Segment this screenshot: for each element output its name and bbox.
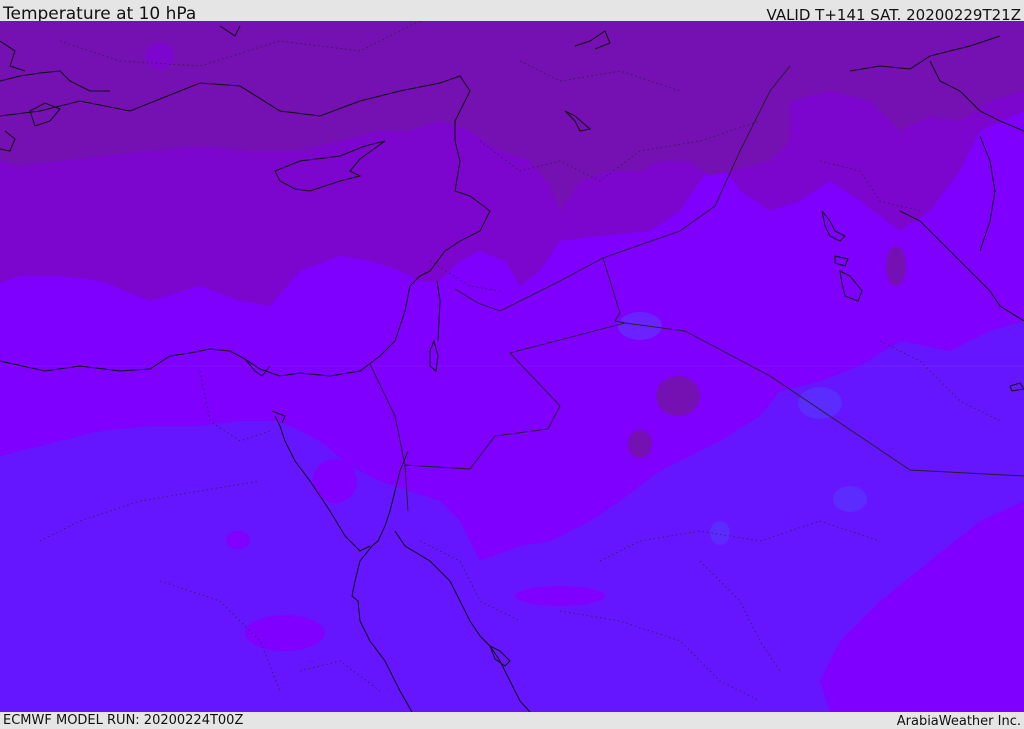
model-run-label: ECMWF MODEL RUN: 20200224T00Z: [3, 713, 244, 728]
temperature-blob: [833, 486, 867, 512]
header-bar: Temperature at 10 hPa VALID T+141 SAT. 2…: [0, 0, 1024, 24]
temperature-blob: [656, 376, 700, 416]
footer-bar: ECMWF MODEL RUN: 20200224T00Z ArabiaWeat…: [0, 712, 1024, 729]
temperature-blob: [146, 42, 174, 70]
temperature-blob: [628, 430, 652, 458]
temperature-blob: [245, 615, 325, 651]
temperature-blob: [710, 521, 730, 545]
temperature-blob: [618, 312, 662, 340]
temperature-blob: [226, 531, 250, 549]
temperature-blob: [515, 586, 605, 606]
temperature-blob: [313, 459, 357, 503]
map-page: Temperature at 10 hPa VALID T+141 SAT. 2…: [0, 0, 1024, 729]
temperature-blob: [798, 387, 842, 419]
weather-map[interactable]: [0, 21, 1024, 712]
credit-label: ArabiaWeather Inc.: [896, 714, 1021, 729]
temperature-blob: [886, 246, 906, 286]
map-svg: [0, 21, 1024, 712]
